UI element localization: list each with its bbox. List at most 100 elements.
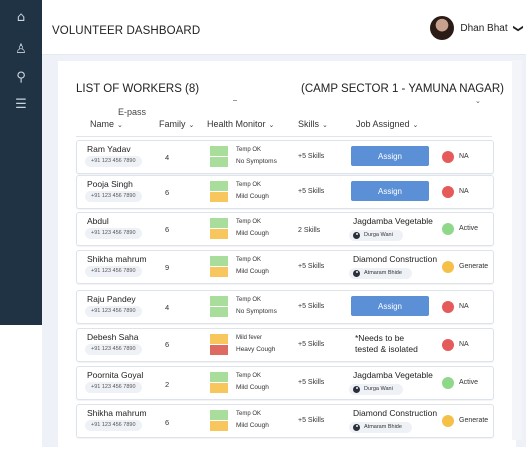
column-health-label: Health Monitor: [207, 119, 266, 129]
table-row[interactable]: Raju Pandey +91 123 456 7890 4 Temp OK No Sy…: [76, 290, 494, 324]
status-label[interactable]: NA: [459, 153, 469, 160]
status-label[interactable]: NA: [459, 341, 469, 348]
phone-badge: +91 123 456 7890: [85, 420, 142, 431]
temperature-text: Temp OK: [236, 219, 262, 225]
person-icon: [353, 270, 360, 277]
camp-title[interactable]: (CAMP SECTOR 1 - YAMUNA NAGAR): [301, 83, 504, 95]
worker-name[interactable]: Ram Yadav: [87, 144, 131, 154]
job-name[interactable]: Jagdamba Vegetable: [353, 216, 433, 226]
search-icon[interactable]: ⚲: [0, 70, 42, 85]
skills-count[interactable]: +5 Skills: [298, 303, 324, 310]
symptom-indicator: [210, 192, 228, 202]
worker-name[interactable]: Abdul: [87, 216, 109, 226]
worker-name[interactable]: Raju Pandey: [87, 294, 136, 304]
status-label[interactable]: NA: [459, 303, 469, 310]
assignee-badge[interactable]: Durga Wani: [349, 384, 403, 395]
skills-count[interactable]: +5 Skills: [298, 188, 324, 195]
worker-name[interactable]: Debesh Saha: [87, 332, 139, 342]
symptom-text: Mild Cough: [236, 422, 269, 429]
person-icon: [353, 232, 360, 239]
symptom-indicator: [210, 157, 228, 167]
temperature-indicator: [210, 334, 228, 344]
home-icon[interactable]: ⌂: [0, 10, 42, 25]
status-label[interactable]: NA: [459, 188, 469, 195]
symptom-text: Mild Cough: [236, 193, 269, 200]
table-row[interactable]: Ram Yadav +91 123 456 7890 4 Temp OK No Symp…: [76, 140, 494, 174]
job-name[interactable]: Diamond Construction: [353, 408, 437, 418]
assign-button[interactable]: Assign: [351, 181, 429, 201]
temperature-text: Temp OK: [236, 182, 262, 188]
job-note-line-2: tested & isolated: [355, 344, 418, 354]
family-count: 4: [165, 303, 170, 312]
symptom-text: No Symptoms: [236, 308, 277, 315]
symptom-text: Mild Cough: [236, 268, 269, 275]
column-header-family[interactable]: Family ⌄: [159, 119, 194, 129]
symptom-indicator: [210, 383, 228, 393]
list-title: LIST OF WORKERS (8): [76, 83, 200, 95]
skills-count[interactable]: +5 Skills: [298, 341, 324, 348]
worker-name[interactable]: Shikha mahrum: [87, 408, 147, 418]
skills-count[interactable]: +5 Skills: [298, 417, 324, 424]
family-count: 6: [165, 418, 170, 427]
status-label[interactable]: Generate: [459, 263, 488, 270]
phone-badge: +91 123 456 7890: [85, 382, 142, 393]
skills-count[interactable]: 2 Skills: [298, 227, 320, 234]
family-count: 9: [165, 263, 170, 272]
symptom-indicator: [210, 307, 228, 317]
scrollbar[interactable]: [512, 60, 522, 440]
assign-button[interactable]: Assign: [351, 296, 429, 316]
job-note-line-1: *Needs to be: [355, 333, 405, 343]
table-row[interactable]: Debesh Saha +91 123 456 7890 6 Mild fever He…: [76, 328, 494, 362]
user-menu[interactable]: Dhan Bhat ❯: [430, 14, 523, 42]
status-dot: [442, 415, 454, 427]
symptom-text: Heavy Cough: [236, 346, 276, 353]
status-dot: [442, 339, 454, 351]
family-count: 6: [165, 340, 170, 349]
assignee-badge[interactable]: Atmaram Bhide: [349, 422, 412, 433]
avatar[interactable]: [430, 16, 455, 40]
symptom-indicator: [210, 421, 228, 431]
column-header-name[interactable]: Name ⌄: [90, 119, 123, 129]
job-name[interactable]: Diamond Construction: [353, 254, 437, 264]
phone-badge: +91 123 456 7890: [85, 191, 142, 202]
worker-name[interactable]: Pooja Singh: [87, 179, 133, 189]
skills-count[interactable]: +5 Skills: [298, 153, 324, 160]
column-name-label: Name: [90, 119, 115, 129]
temperature-indicator: [210, 146, 228, 156]
list-icon[interactable]: ☰: [0, 97, 42, 112]
column-header-health[interactable]: Health Monitor ⌄: [207, 119, 274, 129]
worker-name[interactable]: Shikha mahrum: [87, 254, 147, 264]
family-count: 4: [165, 153, 170, 162]
status-dot: [442, 301, 454, 313]
chevron-down-icon: ⌄: [268, 122, 275, 129]
table-row[interactable]: Abdul +91 123 456 7890 6 Temp OK Mild Cough 2…: [76, 212, 494, 246]
skills-count[interactable]: +5 Skills: [298, 263, 324, 270]
chevron-down-icon[interactable]: ❯: [512, 24, 523, 32]
table-row[interactable]: Pooja Singh +91 123 456 7890 6 Temp OK Mild …: [76, 175, 494, 209]
chevron-down-icon[interactable]: ⌄: [475, 97, 481, 105]
status-label[interactable]: Generate: [459, 417, 488, 424]
assign-button[interactable]: Assign: [351, 146, 429, 166]
sidebar: ⌂ ♙ ⚲ ☰: [0, 0, 42, 325]
table-row[interactable]: Shikha mahrum +91 123 456 7890 9 Temp OK Mil…: [76, 250, 494, 284]
table-row[interactable]: Poornita Goyal +91 123 456 7890 2 Temp OK Mi…: [76, 366, 494, 400]
assignee-name: Durga Wani: [364, 232, 393, 238]
temperature-indicator: [210, 372, 228, 382]
assignee-badge[interactable]: Durga Wani: [349, 230, 403, 241]
table-row[interactable]: Shikha mahrum +91 123 456 7890 6 Temp OK Mil…: [76, 404, 494, 438]
status-label[interactable]: Active: [459, 379, 478, 386]
worker-name[interactable]: Poornita Goyal: [87, 370, 143, 380]
users-icon[interactable]: ♙: [0, 42, 42, 57]
assignee-badge[interactable]: Atmaram Bhide: [349, 268, 412, 279]
column-header-job[interactable]: Job Assigned ⌄: [356, 119, 418, 129]
skills-count[interactable]: +5 Skills: [298, 379, 324, 386]
symptom-text: No Symptoms: [236, 158, 277, 165]
assignee-name: Atmaram Bhide: [364, 424, 402, 430]
status-dot: [442, 186, 454, 198]
column-header-skills[interactable]: Skills ⌄: [298, 119, 328, 129]
symptom-indicator: [210, 267, 228, 277]
status-label[interactable]: Active: [459, 225, 478, 232]
person-icon: [353, 386, 360, 393]
chevron-down-icon: ⌄: [412, 122, 419, 129]
job-name[interactable]: Jagdamba Vegetable: [353, 370, 433, 380]
